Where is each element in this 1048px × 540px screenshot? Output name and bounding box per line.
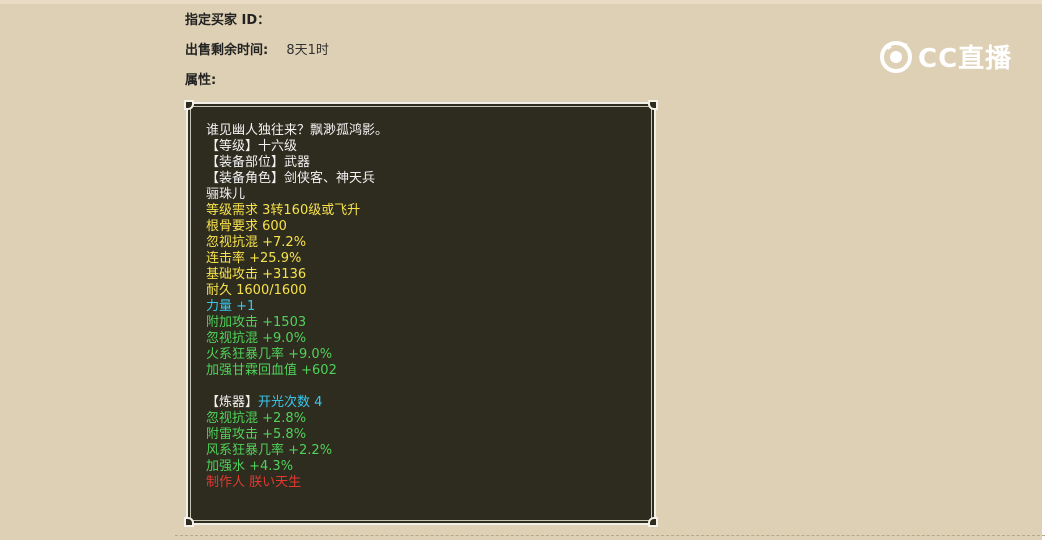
attributes-row: 属性: — [185, 69, 216, 88]
attributes-label: 属性: — [185, 73, 217, 88]
item-extra-stat: 火系狂暴几率 +9.0% — [206, 347, 333, 362]
cc-logo-icon — [880, 41, 912, 73]
divider — [175, 535, 1045, 536]
item-stat: 忽视抗混 +7.2% — [206, 235, 307, 250]
item-tooltip-panel: 谁见幽人独往来？飘渺孤鸿影。 【等级】十六级 【装备部位】武器 【装备角色】剑侠… — [184, 100, 658, 527]
corner-ornament — [184, 517, 194, 527]
time-left-value: 8天1时 — [286, 43, 329, 58]
refine-count: 开光次数 4 — [258, 395, 323, 410]
top-edge — [0, 0, 1048, 4]
item-stat: 连击率 +25.9% — [206, 251, 302, 266]
refine-line: 【炼器】开光次数 4 — [206, 395, 388, 411]
corner-ornament — [184, 100, 194, 110]
refine-stat: 忽视抗混 +2.8% — [206, 411, 307, 426]
item-extra-stat: 忽视抗混 +9.0% — [206, 331, 307, 346]
right-edge — [1042, 0, 1048, 540]
item-bonus-strength: 力量 +1 — [206, 299, 256, 314]
refine-stat: 附雷攻击 +5.8% — [206, 427, 307, 442]
item-description: 谁见幽人独往来？飘渺孤鸿影。 — [206, 123, 389, 138]
item-maker: 制作人 朕い天生 — [206, 475, 302, 490]
refine-stat: 加强水 +4.3% — [206, 459, 294, 474]
buyer-id-row: 指定买家 ID： — [185, 9, 270, 28]
item-durability: 耐久 1600/1600 — [206, 283, 307, 298]
item-extra-stat: 附加攻击 +1503 — [206, 315, 307, 330]
buyer-id-label: 指定买家 ID： — [185, 13, 271, 28]
item-level: 【等级】十六级 — [206, 139, 298, 154]
cc-live-logo: CC直播 — [878, 36, 1012, 76]
time-left-row: 出售剩余时间: 8天1时 — [185, 39, 329, 58]
logo-text: CC直播 — [918, 43, 1013, 74]
item-attribute-list: 谁见幽人独往来？飘渺孤鸿影。 【等级】十六级 【装备部位】武器 【装备角色】剑侠… — [206, 123, 388, 491]
refine-label: 【炼器】 — [206, 395, 259, 410]
corner-ornament — [648, 517, 658, 527]
item-extra-stat: 加强甘霖回血值 +602 — [206, 363, 337, 378]
item-role: 【装备角色】剑侠客、神天兵 — [206, 171, 376, 186]
item-stat: 基础攻击 +3136 — [206, 267, 307, 282]
item-name: 骊珠儿 — [206, 187, 246, 202]
item-req-bone: 根骨要求 600 — [206, 219, 287, 234]
time-left-label: 出售剩余时间: — [185, 43, 269, 58]
corner-ornament — [648, 100, 658, 110]
item-slot: 【装备部位】武器 — [206, 155, 311, 170]
refine-stat: 风系狂暴几率 +2.2% — [206, 443, 333, 458]
item-req-level: 等级需求 3转160级或飞升 — [206, 203, 361, 218]
